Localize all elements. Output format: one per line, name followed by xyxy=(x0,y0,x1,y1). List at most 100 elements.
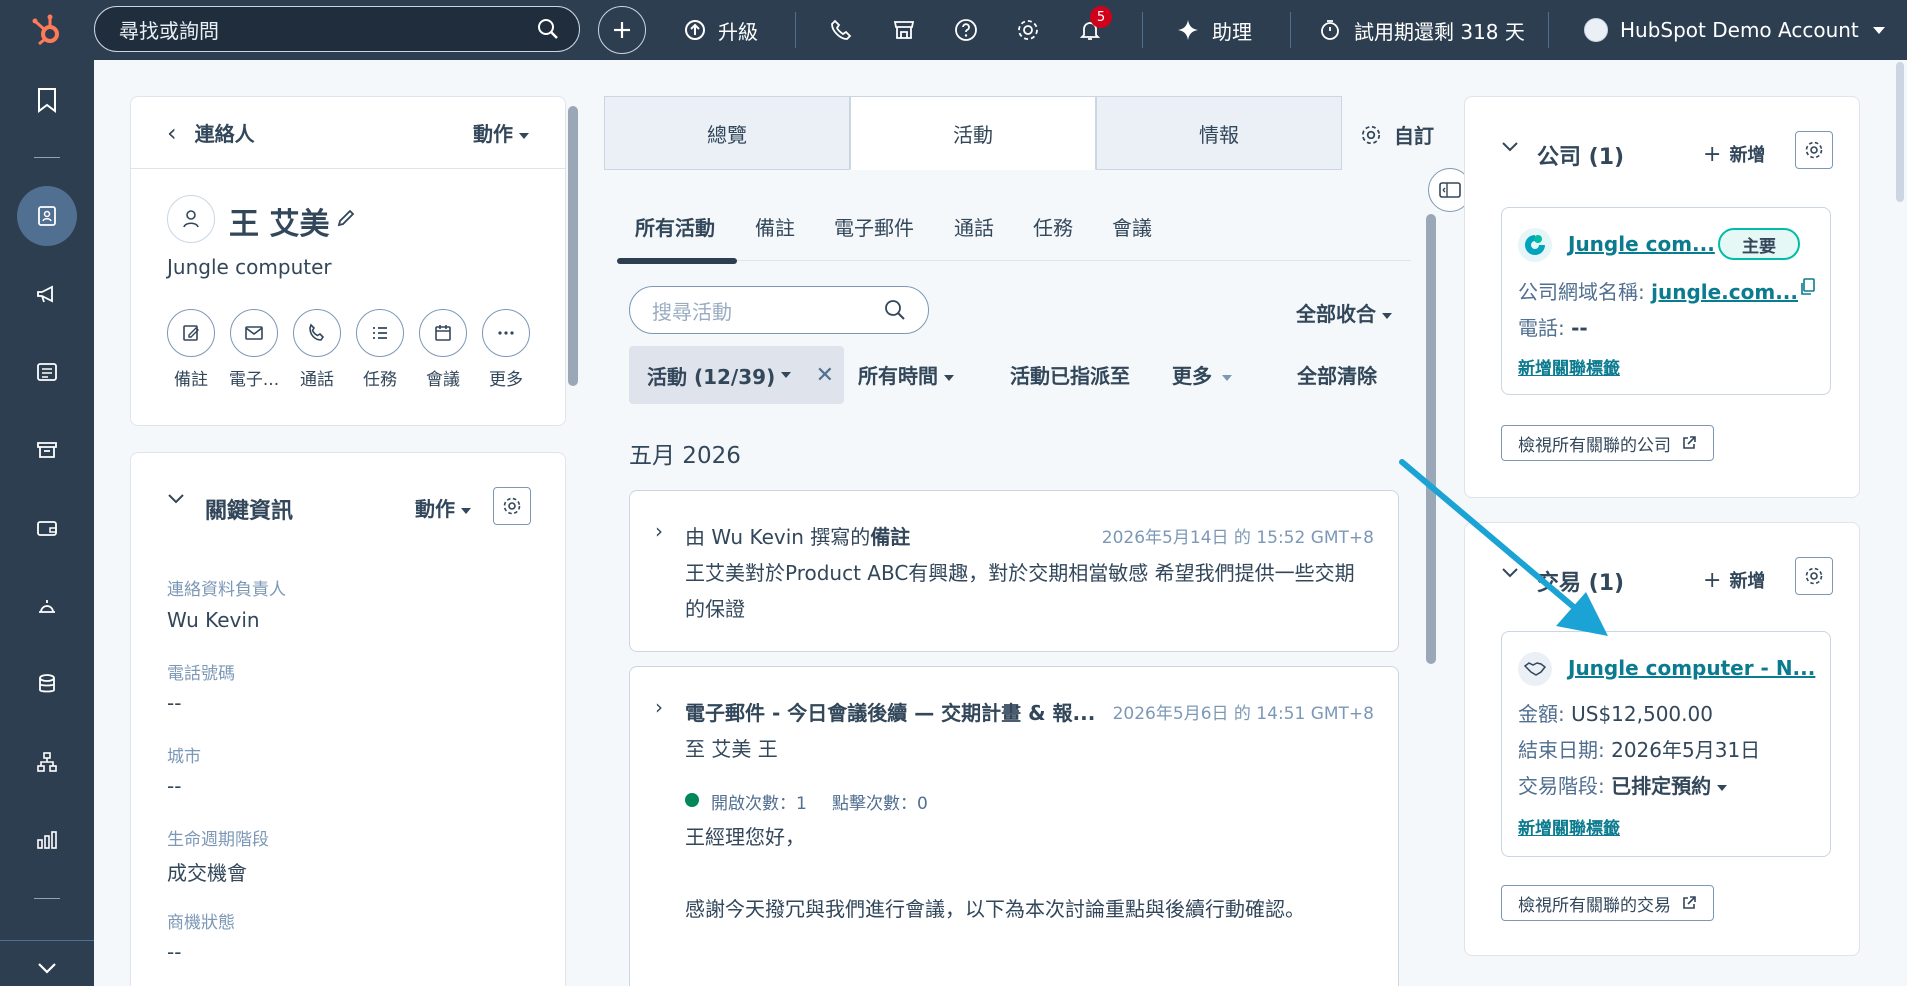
collapse-all-dropdown[interactable]: 全部收合 xyxy=(1296,298,1392,327)
contacts-nav[interactable] xyxy=(0,184,94,248)
copy-icon[interactable] xyxy=(1800,278,1816,300)
contact-actions-dropdown[interactable]: 動作 xyxy=(473,118,529,147)
account-avatar xyxy=(1584,18,1608,42)
add-association-label-link[interactable]: 新增關聯標籤 xyxy=(1518,814,1620,839)
subtab-tasks[interactable]: 任務 xyxy=(1033,212,1073,241)
activity-search-input[interactable]: 搜尋活動 xyxy=(629,286,929,334)
email-action-button[interactable] xyxy=(230,309,278,357)
company-domain-link[interactable]: jungle.com... xyxy=(1651,280,1798,304)
clear-all-filters-button[interactable]: 全部清除 xyxy=(1297,360,1377,389)
add-deal-button[interactable]: + 新增 xyxy=(1703,567,1765,593)
note-type-label: 備註 xyxy=(870,525,911,549)
view-all-deals-button[interactable]: 檢視所有關聯的交易 xyxy=(1501,885,1714,921)
companies-title: 公司 (1) xyxy=(1537,145,1625,170)
reports-nav[interactable] xyxy=(0,808,94,872)
wallet-icon xyxy=(37,521,57,536)
payments-nav[interactable] xyxy=(0,496,94,560)
bookmarks-nav[interactable] xyxy=(0,68,94,132)
nav-divider xyxy=(34,898,60,899)
commerce-nav[interactable] xyxy=(0,418,94,482)
trial-status[interactable]: 試用期還剩 318 天 xyxy=(1318,0,1525,60)
task-action-button[interactable] xyxy=(356,309,404,357)
more-filter-dropdown[interactable]: 更多 xyxy=(1172,360,1232,389)
companies-settings-button[interactable] xyxy=(1795,131,1833,169)
field-value-city[interactable]: -- xyxy=(167,774,181,798)
month-group-label: 五月 2026 xyxy=(629,443,741,469)
expand-chevron-icon[interactable]: › xyxy=(655,695,663,719)
customize-label: 自訂 xyxy=(1394,124,1434,148)
email-body: 感謝今天撥冗與我們進行會議，以下為本次討論重點與後續行動確認。 xyxy=(685,897,1305,921)
call-action-button[interactable] xyxy=(293,309,341,357)
deals-settings-button[interactable] xyxy=(1795,557,1833,595)
more-action-button[interactable] xyxy=(482,309,530,357)
deal-name-link[interactable]: Jungle computer - N... xyxy=(1568,656,1815,680)
key-info-settings-button[interactable] xyxy=(493,487,531,525)
subtab-emails[interactable]: 電子郵件 xyxy=(834,212,914,241)
marketplace-icon xyxy=(893,21,915,39)
note-action-button[interactable] xyxy=(167,309,215,357)
left-column-scrollbar[interactable] xyxy=(568,100,578,980)
meeting-action-button[interactable] xyxy=(419,309,467,357)
hubspot-logo[interactable] xyxy=(22,0,72,60)
field-value-phone[interactable]: -- xyxy=(167,691,181,715)
field-label-phone: 電話號碼 xyxy=(167,664,235,684)
add-label: 新增 xyxy=(1729,145,1766,166)
data-nav[interactable] xyxy=(0,652,94,716)
subtab-meetings[interactable]: 會議 xyxy=(1112,212,1152,241)
subtab-notes[interactable]: 備註 xyxy=(755,212,795,241)
back-chevron-icon[interactable]: ‹ xyxy=(167,119,177,147)
field-value-owner[interactable]: Wu Kevin xyxy=(167,608,260,632)
key-info-actions-dropdown[interactable]: 動作 xyxy=(415,493,471,522)
marketplace-button[interactable] xyxy=(892,0,916,60)
note-activity-card[interactable]: › 由 Wu Kevin 撰寫的備註 2026年5月14日 的 15:52 GM… xyxy=(629,490,1399,652)
settings-button[interactable] xyxy=(1016,0,1040,60)
task-icon xyxy=(373,327,387,339)
company-record-card: Jungle com... 主要 公司網域名稱: jungle.com... 電… xyxy=(1501,207,1831,395)
clear-filter-x-icon[interactable]: ✕ xyxy=(816,363,834,388)
activity-type-filter[interactable]: 活動 (12/39) ✕ xyxy=(629,346,844,404)
company-name-link[interactable]: Jungle com... xyxy=(1568,232,1715,256)
collapse-chevron-icon[interactable] xyxy=(167,491,185,510)
expand-nav-button[interactable] xyxy=(0,948,94,986)
search-icon xyxy=(885,300,905,320)
stage-value-dropdown[interactable]: 已排定預約 xyxy=(1611,774,1711,798)
create-plus-button[interactable] xyxy=(598,6,646,54)
email-activity-card[interactable]: › 電子郵件 - 今日會議後續 — 交期計畫 & 報... 2026年5月6日 … xyxy=(629,666,1399,986)
assistant-button[interactable]: 助理 xyxy=(1176,0,1252,60)
calling-button[interactable] xyxy=(830,0,852,60)
plus-icon: + xyxy=(1703,142,1722,167)
note-icon xyxy=(183,325,199,341)
field-value-lifecycle[interactable]: 成交機會 xyxy=(167,857,247,886)
add-company-button[interactable]: + 新增 xyxy=(1703,141,1765,167)
subtab-calls[interactable]: 通話 xyxy=(954,212,994,241)
help-button[interactable] xyxy=(954,0,978,60)
tab-overview[interactable]: 總覽 xyxy=(604,96,850,170)
assigned-filter[interactable]: 活動已指派至 xyxy=(1010,360,1130,389)
account-menu[interactable]: HubSpot Demo Account xyxy=(1584,0,1885,60)
upgrade-button[interactable]: 升級 xyxy=(684,0,758,60)
task-action-label: 任務 xyxy=(363,370,397,390)
time-filter-dropdown[interactable]: 所有時間 xyxy=(858,360,954,389)
page-scrollbar-thumb[interactable] xyxy=(1896,62,1904,202)
back-to-contacts-link[interactable]: 連絡人 xyxy=(195,118,473,147)
gear-icon xyxy=(503,497,521,515)
service-nav[interactable] xyxy=(0,574,94,638)
tab-activities[interactable]: 活動 xyxy=(850,96,1096,170)
domain-label: 公司網域名稱: xyxy=(1518,280,1645,304)
left-scroll-thumb[interactable] xyxy=(568,106,578,386)
sidebar-toggle-icon xyxy=(1439,182,1461,198)
upgrade-icon xyxy=(685,20,705,40)
customize-button[interactable]: 自訂 xyxy=(1360,120,1434,149)
tab-intelligence[interactable]: 情報 xyxy=(1096,96,1342,170)
expand-chevron-icon[interactable]: › xyxy=(655,519,663,543)
automation-nav[interactable] xyxy=(0,730,94,794)
marketing-nav[interactable] xyxy=(0,262,94,326)
global-search-input[interactable]: 尋找或詢問 xyxy=(94,6,580,52)
content-nav[interactable] xyxy=(0,340,94,404)
field-value-lead-status[interactable]: -- xyxy=(167,940,181,964)
subtab-all-activities[interactable]: 所有活動 xyxy=(635,212,715,241)
collapse-chevron-icon[interactable] xyxy=(1501,139,1519,158)
add-association-label-link[interactable]: 新增關聯標籤 xyxy=(1518,354,1620,379)
edit-pencil-icon[interactable] xyxy=(335,207,357,233)
phone-icon xyxy=(831,19,852,40)
